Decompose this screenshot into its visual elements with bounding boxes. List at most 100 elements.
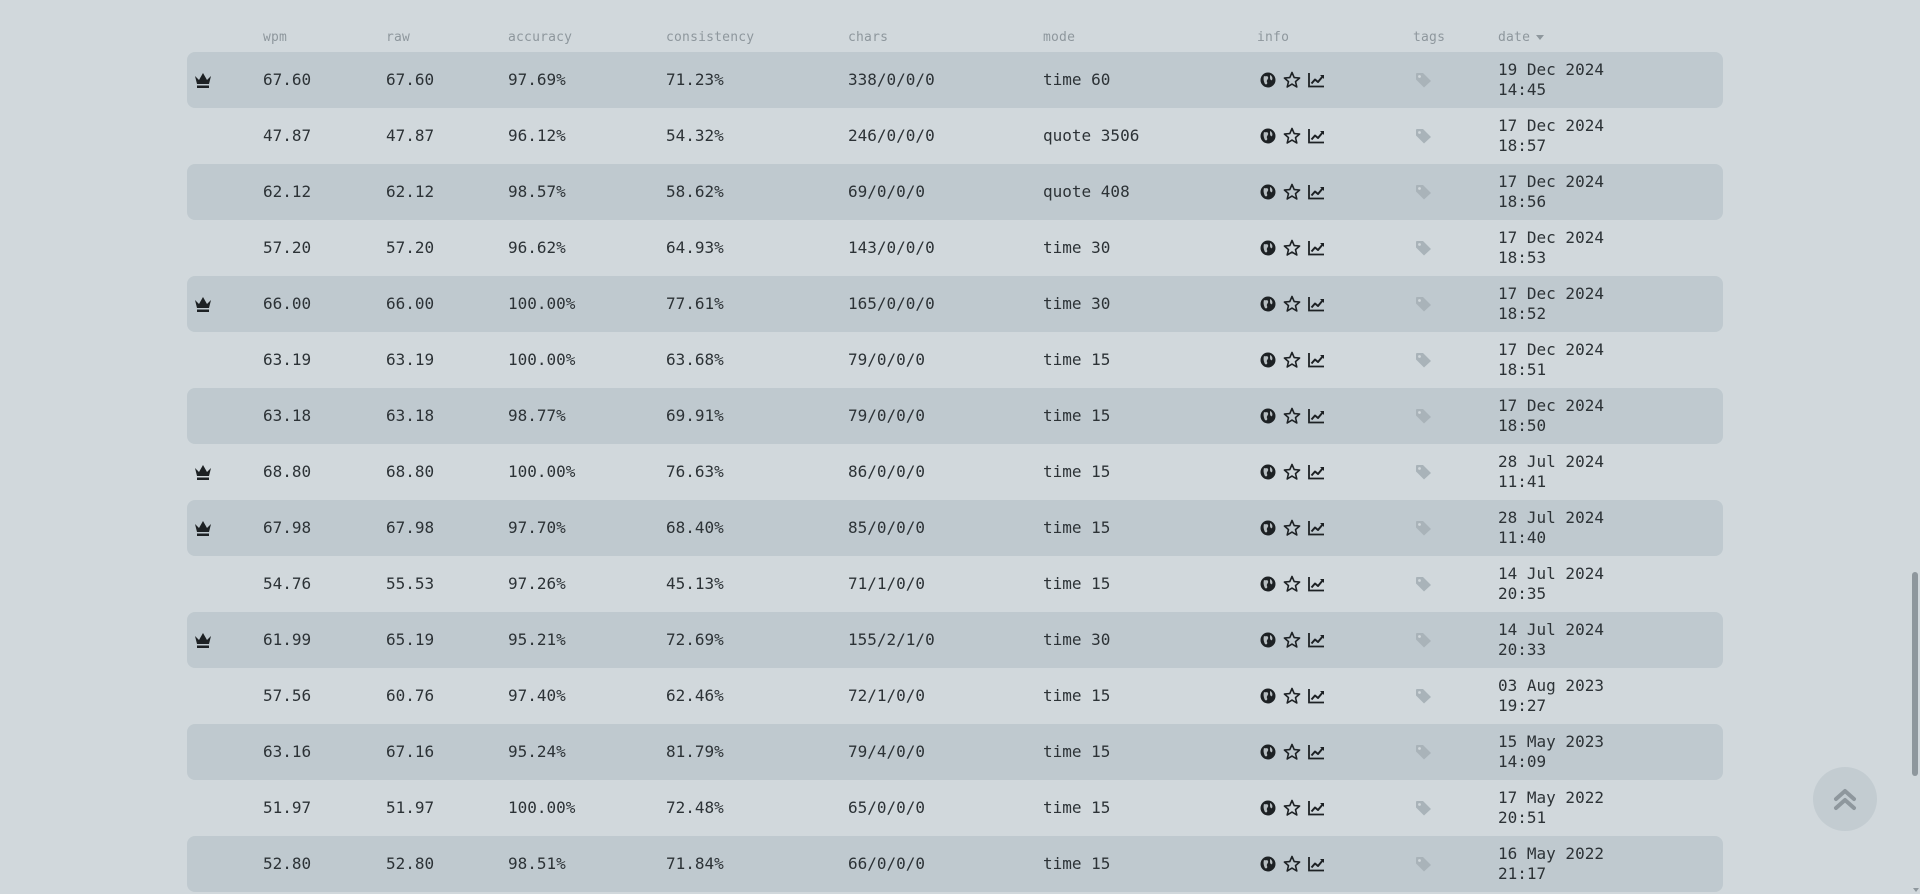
star-icon[interactable] bbox=[1283, 463, 1301, 481]
tag-icon[interactable] bbox=[1415, 296, 1432, 312]
scroll-to-top-button[interactable] bbox=[1813, 767, 1877, 831]
tag-icon[interactable] bbox=[1415, 352, 1432, 368]
star-icon[interactable] bbox=[1283, 519, 1301, 537]
globe-icon[interactable] bbox=[1259, 183, 1277, 201]
tag-icon[interactable] bbox=[1415, 744, 1432, 760]
chart-line-icon[interactable] bbox=[1307, 855, 1325, 873]
header-wpm[interactable]: wpm bbox=[263, 30, 287, 45]
cell-mode: quote 3506 bbox=[1043, 126, 1140, 145]
crown-icon bbox=[193, 295, 213, 313]
cell-consistency: 58.62% bbox=[666, 182, 724, 201]
date-text: 14 Jul 2024 bbox=[1498, 564, 1604, 583]
star-icon[interactable] bbox=[1283, 799, 1301, 817]
star-icon[interactable] bbox=[1283, 351, 1301, 369]
cell-mode: time 60 bbox=[1043, 70, 1111, 89]
globe-icon[interactable] bbox=[1259, 799, 1277, 817]
globe-icon[interactable] bbox=[1259, 295, 1277, 313]
tag-icon[interactable] bbox=[1415, 520, 1432, 536]
globe-icon[interactable] bbox=[1259, 631, 1277, 649]
star-icon[interactable] bbox=[1283, 743, 1301, 761]
star-icon[interactable] bbox=[1283, 687, 1301, 705]
chart-line-icon[interactable] bbox=[1307, 519, 1325, 537]
star-icon[interactable] bbox=[1283, 631, 1301, 649]
chart-line-icon[interactable] bbox=[1307, 743, 1325, 761]
chart-line-icon[interactable] bbox=[1307, 351, 1325, 369]
cell-chars: 165/0/0/0 bbox=[848, 294, 935, 313]
tag-icon[interactable] bbox=[1415, 800, 1432, 816]
chart-line-icon[interactable] bbox=[1307, 407, 1325, 425]
globe-icon[interactable] bbox=[1259, 239, 1277, 257]
chart-line-icon[interactable] bbox=[1307, 575, 1325, 593]
cell-chars: 79/4/0/0 bbox=[848, 742, 926, 761]
cell-raw: 67.16 bbox=[386, 742, 435, 761]
cell-raw: 55.53 bbox=[386, 574, 435, 593]
chart-line-icon[interactable] bbox=[1307, 183, 1325, 201]
chart-line-icon[interactable] bbox=[1307, 71, 1325, 89]
star-icon[interactable] bbox=[1283, 239, 1301, 257]
table-header: wpm raw accuracy consistency chars mode … bbox=[187, 0, 1723, 52]
globe-icon[interactable] bbox=[1259, 127, 1277, 145]
double-chevron-up-icon bbox=[1834, 789, 1856, 810]
tag-icon[interactable] bbox=[1415, 72, 1432, 88]
scrollbar[interactable] bbox=[1911, 0, 1920, 894]
info-icons bbox=[1259, 575, 1325, 593]
header-chars[interactable]: chars bbox=[848, 30, 888, 45]
date-text: 19 Dec 2024 bbox=[1498, 60, 1604, 79]
header-consistency[interactable]: consistency bbox=[666, 30, 754, 45]
tag-icon[interactable] bbox=[1415, 856, 1432, 872]
chart-line-icon[interactable] bbox=[1307, 127, 1325, 145]
tag-icon[interactable] bbox=[1415, 632, 1432, 648]
cell-chars: 66/0/0/0 bbox=[848, 854, 926, 873]
star-icon[interactable] bbox=[1283, 575, 1301, 593]
globe-icon[interactable] bbox=[1259, 71, 1277, 89]
tag-icon[interactable] bbox=[1415, 688, 1432, 704]
table-row: 67.98 67.98 97.70% 68.40% 85/0/0/0 time 15 28 … bbox=[187, 500, 1723, 556]
globe-icon[interactable] bbox=[1259, 351, 1277, 369]
scrollbar-thumb[interactable] bbox=[1912, 572, 1918, 776]
tag-icon[interactable] bbox=[1415, 408, 1432, 424]
time-text: 14:45 bbox=[1498, 80, 1547, 99]
date-text: 28 Jul 2024 bbox=[1498, 452, 1604, 471]
time-text: 18:50 bbox=[1498, 416, 1547, 435]
chart-line-icon[interactable] bbox=[1307, 295, 1325, 313]
header-date[interactable]: date bbox=[1498, 30, 1545, 45]
globe-icon[interactable] bbox=[1259, 463, 1277, 481]
cell-raw: 57.20 bbox=[386, 238, 435, 257]
star-icon[interactable] bbox=[1283, 71, 1301, 89]
globe-icon[interactable] bbox=[1259, 743, 1277, 761]
cell-consistency: 62.46% bbox=[666, 686, 724, 705]
header-mode[interactable]: mode bbox=[1043, 30, 1075, 45]
star-icon[interactable] bbox=[1283, 855, 1301, 873]
cell-accuracy: 96.12% bbox=[508, 126, 566, 145]
tag-icon[interactable] bbox=[1415, 184, 1432, 200]
crown-icon bbox=[193, 463, 213, 481]
globe-icon[interactable] bbox=[1259, 687, 1277, 705]
cell-raw: 52.80 bbox=[386, 854, 435, 873]
chart-line-icon[interactable] bbox=[1307, 463, 1325, 481]
cell-date: 28 Jul 2024 11:41 bbox=[1498, 452, 1604, 492]
cell-accuracy: 100.00% bbox=[508, 294, 576, 313]
star-icon[interactable] bbox=[1283, 183, 1301, 201]
tag-icon[interactable] bbox=[1415, 128, 1432, 144]
tag-icon[interactable] bbox=[1415, 464, 1432, 480]
chart-line-icon[interactable] bbox=[1307, 687, 1325, 705]
globe-icon[interactable] bbox=[1259, 407, 1277, 425]
header-accuracy[interactable]: accuracy bbox=[508, 30, 572, 45]
star-icon[interactable] bbox=[1283, 127, 1301, 145]
cell-raw: 67.98 bbox=[386, 518, 435, 537]
table-row: 47.87 47.87 96.12% 54.32% 246/0/0/0 quote 350… bbox=[187, 108, 1723, 164]
globe-icon[interactable] bbox=[1259, 575, 1277, 593]
chart-line-icon[interactable] bbox=[1307, 239, 1325, 257]
chart-line-icon[interactable] bbox=[1307, 799, 1325, 817]
globe-icon[interactable] bbox=[1259, 519, 1277, 537]
tag-icon[interactable] bbox=[1415, 240, 1432, 256]
scroll-down-arrow-icon[interactable] bbox=[1913, 888, 1919, 892]
star-icon[interactable] bbox=[1283, 407, 1301, 425]
globe-icon[interactable] bbox=[1259, 855, 1277, 873]
header-raw[interactable]: raw bbox=[386, 30, 410, 45]
tag-icon[interactable] bbox=[1415, 576, 1432, 592]
info-icons bbox=[1259, 799, 1325, 817]
chart-line-icon[interactable] bbox=[1307, 631, 1325, 649]
star-icon[interactable] bbox=[1283, 295, 1301, 313]
table-row: 57.56 60.76 97.40% 62.46% 72/1/0/0 time 15 03 … bbox=[187, 668, 1723, 724]
